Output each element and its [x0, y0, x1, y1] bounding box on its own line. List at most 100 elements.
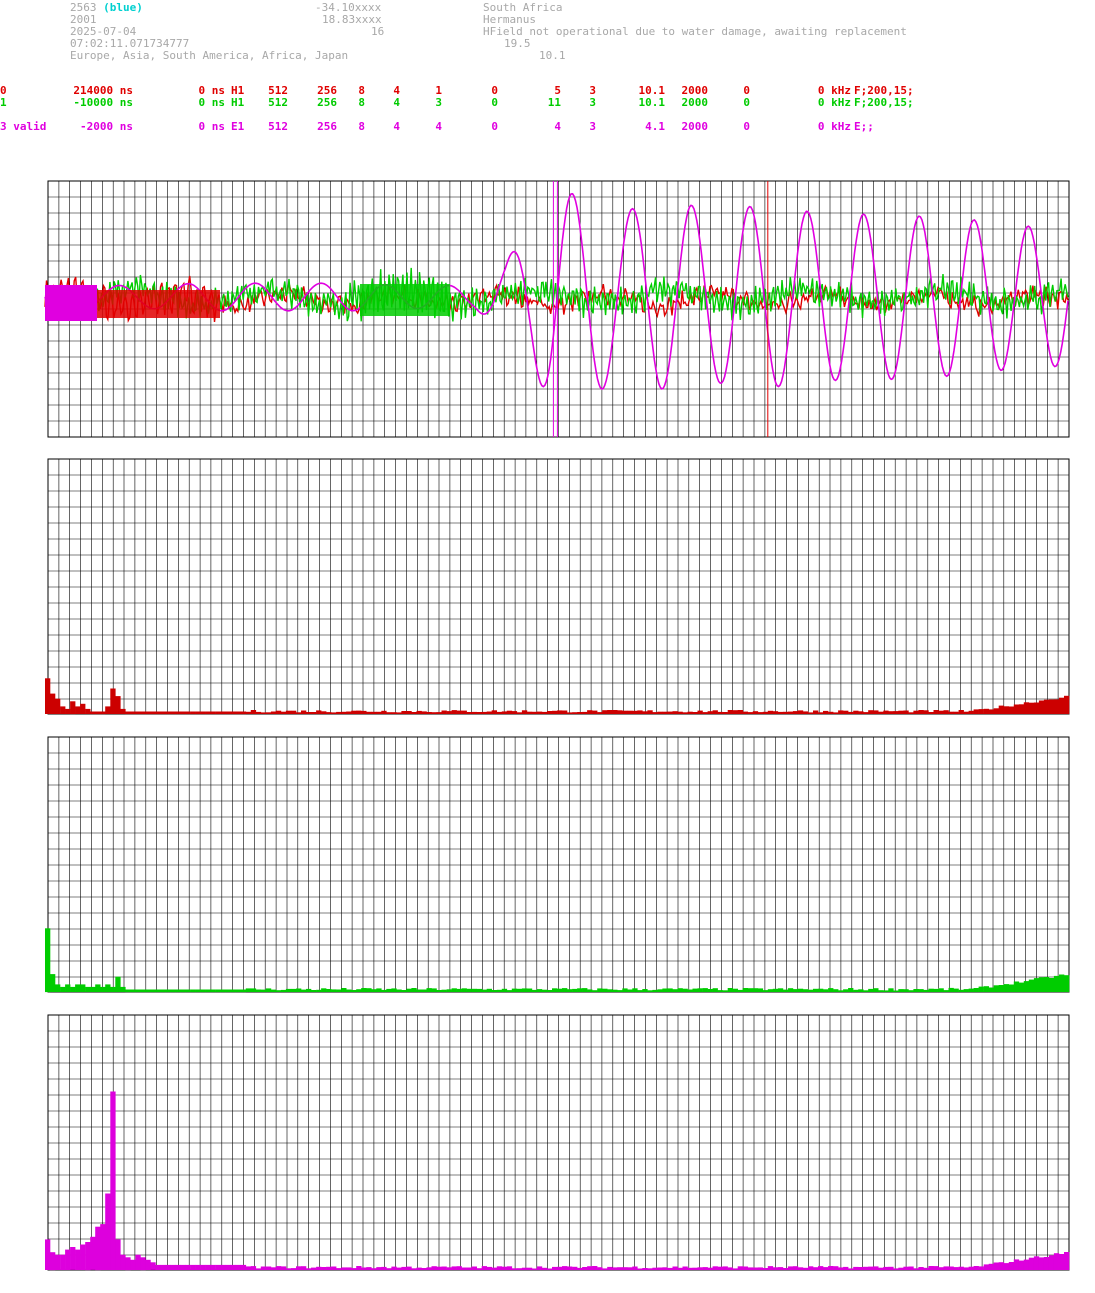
bar-1-67: [381, 710, 387, 714]
bar-1-189: [993, 708, 999, 714]
bar-1-48: [285, 710, 292, 714]
bar-2-134: [717, 990, 723, 992]
bar-2-44: [265, 988, 272, 992]
bar-2-162: [858, 989, 864, 992]
bar-1-171: [903, 710, 909, 714]
bar-3-154: [818, 1266, 824, 1270]
bar-2-154: [818, 988, 824, 992]
bar-3-77: [431, 1266, 437, 1270]
bar-3-41: [250, 1266, 257, 1270]
bar-3-32: [205, 1264, 211, 1270]
bar-3-51: [301, 1266, 307, 1270]
bar-2-143: [762, 990, 769, 992]
bar-3-184: [968, 1266, 974, 1270]
bar-1-94: [516, 712, 523, 714]
bar-1-115: [622, 710, 628, 714]
bar-2-171: [903, 989, 909, 992]
bar-1-119: [642, 711, 648, 714]
bar-2-0: [45, 928, 51, 993]
bar-3-29: [190, 1264, 196, 1270]
bar-2-33: [210, 989, 216, 993]
bar-2-105: [572, 988, 578, 992]
bar-3-121: [652, 1267, 658, 1270]
bar-2-6: [75, 984, 81, 992]
bar-3-111: [602, 1268, 608, 1270]
bar-1-178: [938, 710, 944, 714]
bar-1-176: [928, 712, 934, 714]
bar-2-57: [331, 989, 337, 992]
bar-3-56: [326, 1266, 332, 1270]
bar-2-104: [567, 989, 573, 992]
bar-2-93: [511, 988, 518, 992]
bar-1-128: [687, 711, 693, 714]
bar-3-54: [316, 1266, 322, 1270]
bar-2-74: [416, 989, 422, 992]
bar-3-164: [868, 1266, 874, 1270]
bar-1-158: [838, 710, 844, 714]
bar-2-189: [993, 985, 999, 992]
bar-2-30: [195, 989, 201, 993]
bar-3-190: [998, 1262, 1004, 1270]
magenta-block: [45, 285, 97, 321]
bar-2-156: [828, 988, 834, 992]
bar-1-2: [55, 698, 61, 714]
bar-2-24: [165, 989, 171, 993]
bar-3-173: [913, 1268, 919, 1270]
bar-1-77: [431, 712, 437, 714]
bar-3-182: [958, 1266, 964, 1270]
bar-3-166: [878, 1267, 884, 1270]
bar-1-10: [95, 711, 101, 715]
bar-3-6: [75, 1249, 81, 1270]
bar-3-116: [627, 1267, 633, 1270]
bar-3-202: [1059, 1254, 1065, 1270]
bar-3-140: [747, 1267, 753, 1270]
bar-2-186: [978, 986, 984, 992]
bar-3-2: [55, 1254, 61, 1270]
bar-3-94: [516, 1268, 523, 1270]
grid-1: [47, 458, 1070, 714]
bar-1-60: [346, 711, 352, 714]
bar-2-136: [727, 988, 733, 992]
bar-2-66: [376, 988, 382, 992]
bar-1-34: [215, 711, 221, 715]
bar-3-189: [993, 1262, 999, 1270]
bar-1-144: [767, 710, 774, 714]
bar-1-197: [1033, 702, 1040, 714]
bar-3-14: [115, 1239, 121, 1270]
bar-3-136: [727, 1267, 733, 1270]
green-block: [360, 284, 450, 316]
bar-2-160: [848, 988, 854, 992]
bar-3-183: [963, 1267, 969, 1270]
bar-2-108: [587, 989, 593, 992]
bar-2-97: [531, 989, 538, 992]
bar-1-40: [245, 711, 252, 714]
bar-1-153: [813, 710, 819, 714]
bar-1-133: [712, 710, 718, 714]
bar-1-194: [1018, 704, 1025, 714]
bar-2-112: [607, 989, 613, 992]
bar-1-179: [943, 710, 949, 714]
bar-1-193: [1013, 704, 1020, 714]
bar-2-128: [687, 989, 693, 992]
bar-3-98: [536, 1266, 543, 1270]
bar-3-161: [853, 1266, 859, 1270]
bar-2-78: [436, 990, 442, 992]
bar-3-186: [978, 1266, 984, 1270]
bar-3-70: [396, 1267, 402, 1270]
bar-1-164: [868, 710, 874, 714]
bar-3-203: [1064, 1252, 1070, 1270]
bar-3-105: [572, 1266, 578, 1270]
bar-1-111: [602, 710, 608, 714]
bar-2-55: [321, 988, 327, 992]
bar-1-15: [120, 708, 126, 714]
bar-3-49: [291, 1268, 297, 1270]
bar-2-197: [1033, 978, 1040, 992]
bar-3-40: [245, 1266, 252, 1270]
bar-3-115: [622, 1267, 628, 1270]
bar-1-49: [291, 710, 297, 714]
bar-1-75: [421, 711, 427, 714]
bar-1-175: [923, 710, 929, 714]
bar-2-70: [396, 989, 402, 992]
bar-2-117: [632, 988, 638, 992]
bar-1-96: [526, 711, 533, 714]
